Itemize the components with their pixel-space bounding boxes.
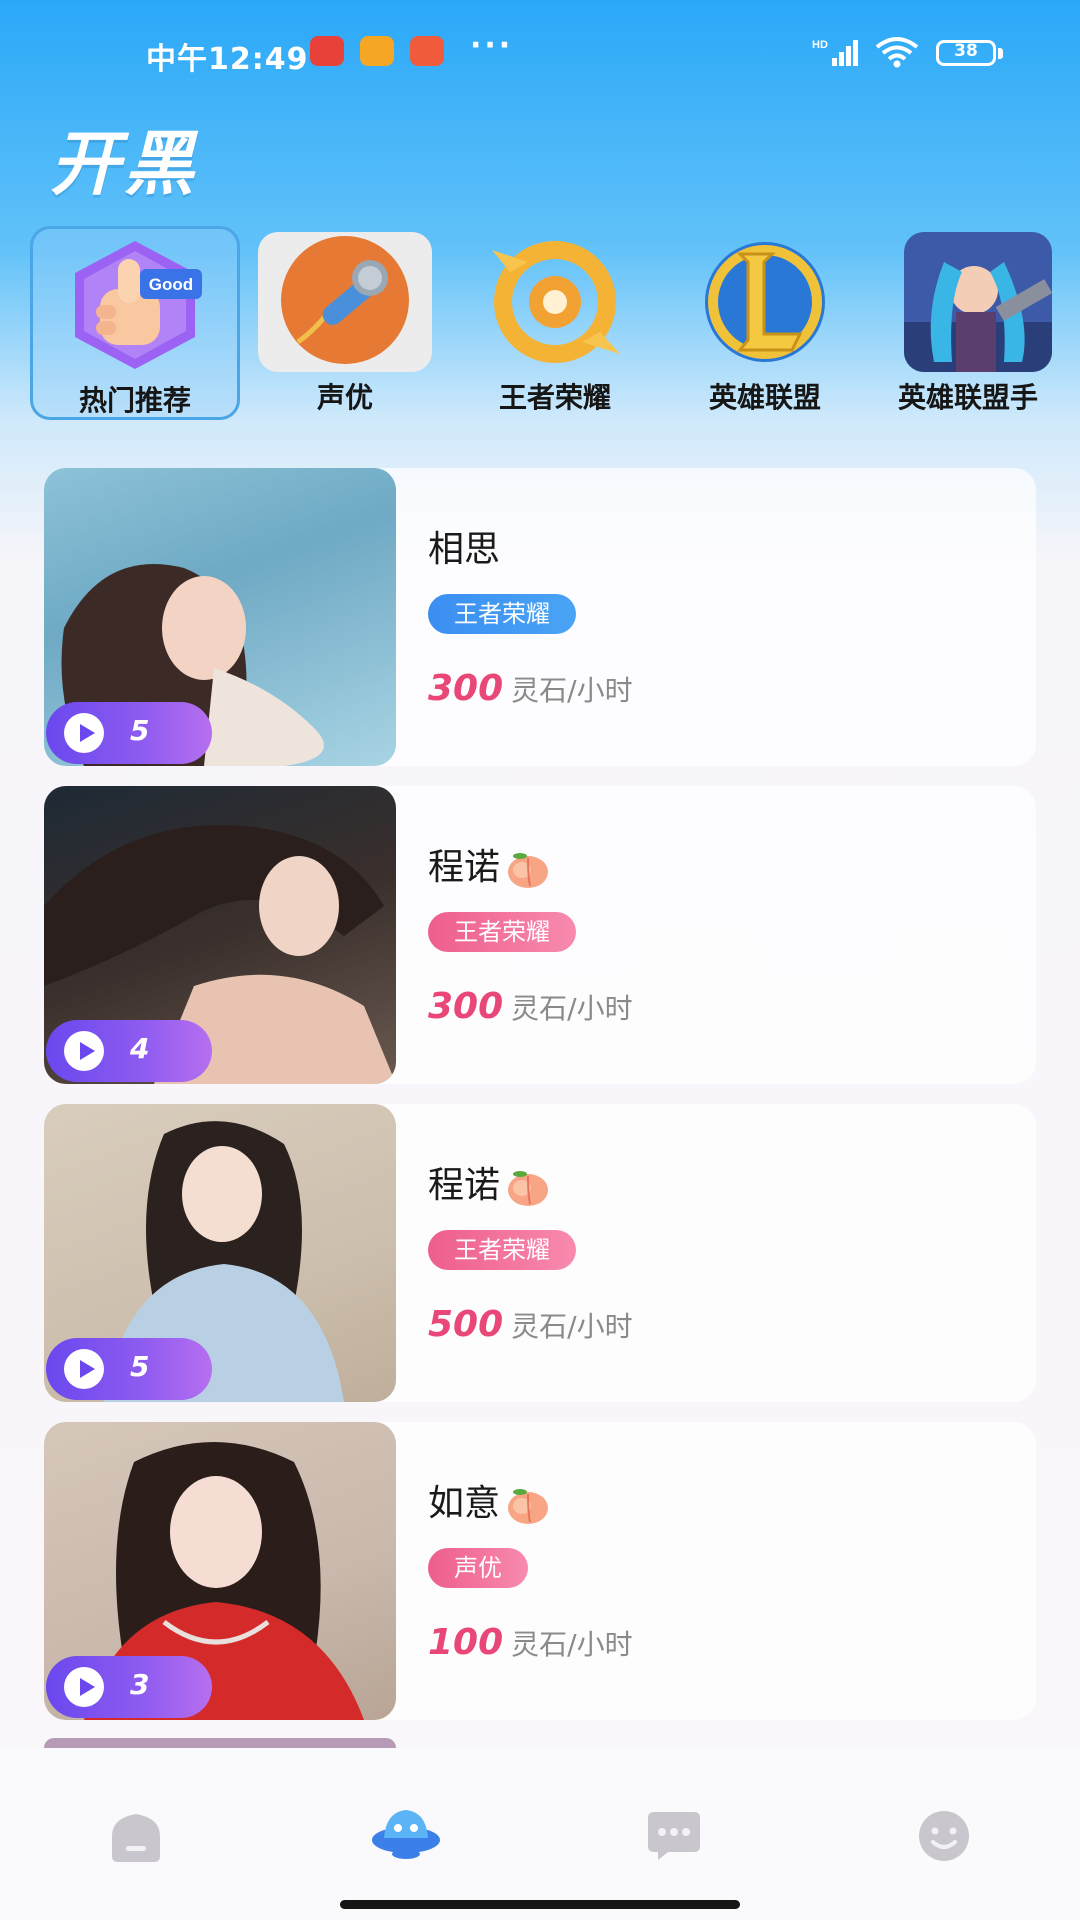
companion-name: 程诺: [428, 1156, 552, 1208]
price-value: 500: [428, 1304, 504, 1345]
category-honor-of-kings[interactable]: 王者荣耀: [450, 226, 660, 420]
companion-name: 程诺: [428, 838, 552, 890]
nav-messages[interactable]: [614, 1796, 734, 1876]
companion-card-partial[interactable]: [44, 1738, 396, 1748]
video-count-badge: 5: [46, 1338, 212, 1400]
companion-card[interactable]: 3 如意 声优 100 灵石/小时: [44, 1422, 1036, 1720]
home-icon: [112, 1814, 160, 1862]
video-count: 5: [130, 1350, 150, 1383]
companion-name: 相思: [428, 520, 500, 572]
taobao-app-icon: [310, 36, 344, 66]
companion-name-text: 相思: [428, 529, 501, 570]
chat-bubble-icon: [648, 1812, 700, 1860]
svg-text:Good: Good: [149, 275, 193, 294]
battery-icon: 38: [936, 40, 996, 66]
video-count-badge: 5: [46, 702, 212, 764]
companion-card[interactable]: 5 相思 王者荣耀 300 灵石/小时: [44, 468, 1036, 766]
planet-icon: [372, 1810, 440, 1859]
nav-profile[interactable]: [884, 1796, 1004, 1876]
category-label: 英雄联盟手: [897, 381, 1038, 414]
lol-mobile-icon: [904, 232, 1052, 372]
companion-card[interactable]: 5 程诺 王者荣耀 500 灵石/小时: [44, 1104, 1036, 1402]
game-tag: 王者荣耀: [428, 594, 576, 634]
category-label: 英雄联盟: [708, 381, 821, 414]
price-value: 100: [428, 1622, 504, 1663]
weibo-app-icon: [360, 36, 394, 66]
companion-name-text: 如意: [428, 1483, 501, 1524]
companion-card[interactable]: 4 程诺 王者荣耀 300 灵石/小时: [44, 786, 1036, 1084]
price-value: 300: [428, 986, 504, 1027]
video-count: 5: [130, 714, 150, 747]
category-label: 声优: [316, 381, 373, 414]
play-triangle: [80, 1360, 95, 1378]
home-indicator[interactable]: [340, 1900, 740, 1909]
status-time: 中午12:49: [146, 42, 309, 77]
price-row: 300 灵石/小时: [428, 668, 633, 709]
league-of-legends-icon: [690, 232, 840, 372]
price-row: 500 灵石/小时: [428, 1304, 633, 1345]
play-triangle: [80, 1042, 95, 1060]
signal-icon: HD: [812, 39, 858, 66]
companion-name-text: 程诺: [428, 1165, 501, 1206]
price-unit: 灵石/小时: [511, 1628, 633, 1661]
peach-icon: [508, 853, 549, 888]
video-count-badge: 3: [46, 1656, 212, 1718]
smiley-profile-icon: [919, 1811, 969, 1861]
game-tag: 声优: [428, 1548, 528, 1588]
companion-photo: 4: [44, 786, 396, 1084]
category-bar: Good 热门推荐 声优 王者荣耀 英雄联盟 英雄联盟手: [0, 226, 1080, 422]
thumbs-up-good-icon: Good: [60, 235, 210, 375]
page-title: 开黑: [50, 123, 198, 205]
category-label: 热门推荐: [78, 384, 191, 417]
food-app-icon: [410, 36, 444, 66]
companion-name: 如意: [428, 1474, 552, 1526]
category-league-of-legends[interactable]: 英雄联盟: [660, 226, 870, 420]
battery-level: 38: [954, 41, 978, 61]
microphone-icon: [258, 232, 432, 372]
companion-photo: 3: [44, 1422, 396, 1720]
category-hot-recommend[interactable]: Good 热门推荐: [30, 226, 240, 420]
network-type-text: HD: [812, 39, 828, 51]
nav-home[interactable]: [76, 1796, 196, 1876]
game-tag: 王者荣耀: [428, 912, 576, 952]
price-value: 300: [428, 668, 504, 709]
battery-tip: [998, 48, 1003, 59]
category-voice-actor[interactable]: 声优: [240, 226, 450, 420]
play-triangle: [80, 724, 95, 742]
price-unit: 灵石/小时: [511, 992, 633, 1025]
price-unit: 灵石/小时: [511, 1310, 633, 1343]
peach-icon: [508, 1171, 549, 1206]
bottom-navigation: [0, 1748, 1080, 1920]
companion-name-text: 程诺: [428, 847, 501, 888]
nav-discover[interactable]: [346, 1796, 466, 1876]
price-unit: 灵石/小时: [511, 674, 633, 707]
more-notifications-icon: ···: [470, 28, 514, 63]
category-label: 王者荣耀: [498, 381, 611, 414]
honor-of-kings-icon: [480, 232, 630, 372]
wifi-icon: [875, 37, 919, 68]
companion-photo: 5: [44, 1104, 396, 1402]
price-row: 100 灵石/小时: [428, 1622, 633, 1663]
price-row: 300 灵石/小时: [428, 986, 633, 1027]
companion-photo: 5: [44, 468, 396, 766]
game-tag: 王者荣耀: [428, 1230, 576, 1270]
peach-icon: [508, 1489, 549, 1524]
video-count-badge: 4: [46, 1020, 212, 1082]
play-triangle: [80, 1678, 95, 1696]
status-bar: 中午12:49 ··· HD 38: [0, 0, 1080, 100]
video-count: 3: [130, 1668, 150, 1701]
category-lol-mobile[interactable]: 英雄联盟手: [870, 226, 1066, 420]
video-count: 4: [130, 1032, 150, 1065]
